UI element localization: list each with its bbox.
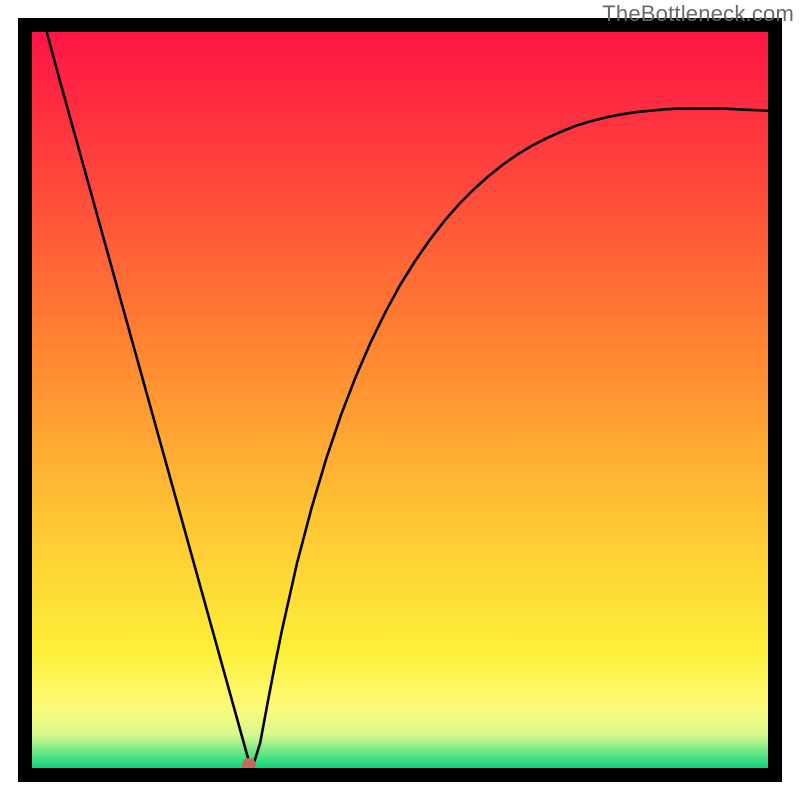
gradient-background xyxy=(32,32,768,768)
bottleneck-chart xyxy=(0,0,800,800)
chart-container: TheBottleneck.com xyxy=(0,0,800,800)
